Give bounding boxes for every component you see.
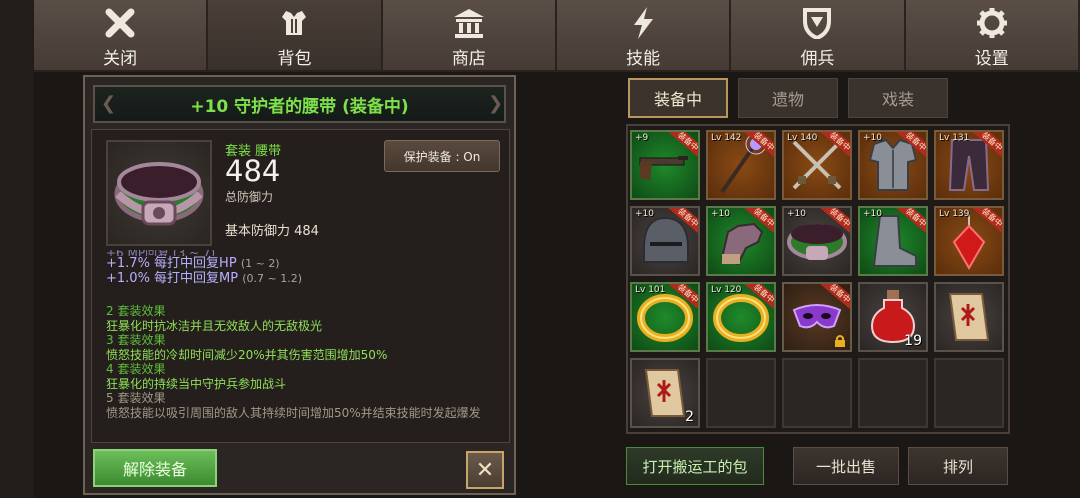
unequip-button[interactable]: 解除装备 <box>93 449 217 487</box>
stat-hp: +1.7% 每打中回复HP <box>106 256 237 271</box>
menu-label: 设置 <box>974 49 1009 69</box>
inventory-slot[interactable]: 装备中 <box>782 282 852 352</box>
item-count: 19 <box>904 333 922 349</box>
item-level: +10 <box>863 133 882 143</box>
set-effect-text: 狂暴化的持续当中守护兵参加战斗 <box>106 376 287 391</box>
total-defense-value: 484 <box>225 154 281 188</box>
item-level: +10 <box>711 209 730 219</box>
set-effect-text: 狂暴化时抗冰洁并且无效敌人的无敌极光 <box>106 318 323 333</box>
inventory-slot[interactable]: Lv 142 装备中 <box>706 130 776 200</box>
item-level: Lv 131 <box>939 133 970 143</box>
inventory-slot[interactable]: +10 装备中 <box>706 206 776 276</box>
set-effect-heading: 2 套装效果 <box>106 304 166 318</box>
tab-relics[interactable]: 遗物 <box>738 78 838 118</box>
menu-bag-button[interactable]: 背包 <box>208 0 383 72</box>
inventory-slot[interactable]: Lv 139 装备中 <box>934 206 1004 276</box>
shop-icon <box>452 6 486 40</box>
close-icon: ✕ <box>475 457 495 483</box>
item-detail-body[interactable]: 套装 腰带 484 总防御力 基本防御力 484 保护装备 : On +6 MP… <box>91 129 510 443</box>
lock-icon <box>833 334 847 348</box>
item-level: +10 <box>787 209 806 219</box>
item-level: Lv 101 <box>635 285 666 295</box>
inventory-tabs: 装备中 遗物 戏装 <box>628 78 948 118</box>
menu-label: 技能 <box>626 49 661 69</box>
sort-button[interactable]: 排列 <box>908 447 1008 485</box>
menu-label: 商店 <box>451 49 486 69</box>
stat-mp-range: (0.7 ~ 1.2) <box>242 272 303 285</box>
stat-line: +1.7% 每打中回复HP (1 ~ 2) <box>106 256 501 271</box>
item-title: +10 守护者的腰带 (装备中) <box>190 96 409 117</box>
item-level: +10 <box>863 209 882 219</box>
belt-item-image <box>106 140 212 246</box>
inventory-slot-empty[interactable] <box>934 358 1004 428</box>
bulk-sell-button[interactable]: 一批出售 <box>793 447 899 485</box>
shield-icon <box>800 6 834 40</box>
total-defense-label: 总防御力 <box>225 190 274 204</box>
menu-mercenary-button[interactable]: 佣兵 <box>731 0 906 72</box>
menu-label: 背包 <box>277 49 312 69</box>
item-count: 2 <box>685 409 694 425</box>
left-strip <box>0 0 34 498</box>
inventory-slot[interactable]: 19 <box>858 282 928 352</box>
armor-icon <box>277 6 311 40</box>
set-effect-heading: 3 套装效果 <box>106 333 166 347</box>
item-level: +9 <box>635 133 649 143</box>
inventory-slot[interactable]: +10 装备中 <box>858 130 928 200</box>
item-level: Lv 142 <box>711 133 742 143</box>
set-effect-heading: 4 套装效果 <box>106 362 166 376</box>
stat-hp-range: (1 ~ 2) <box>240 257 280 270</box>
base-defense: 基本防御力 484 <box>225 224 319 239</box>
lightning-icon <box>626 6 660 40</box>
item-detail-panel: ❮ +10 守护者的腰带 (装备中) ❯ 套装 腰带 484 总防御力 基本防御… <box>83 75 516 495</box>
item-level: +10 <box>635 209 654 219</box>
item-level: Lv 140 <box>787 133 818 143</box>
inventory-grid: +9 装备中 Lv 142 装备中 Lv 140 装备中 +10 装备中 Lv 131 装备中 +1… <box>630 130 1004 428</box>
stat-line: +1.0% 每打中回复MP (0.7 ~ 1.2) <box>106 271 501 286</box>
close-icon <box>103 6 137 40</box>
inventory-slot[interactable]: Lv 120 装备中 <box>706 282 776 352</box>
top-menu: 关闭 背包 商店 技能 佣兵 设置 <box>34 0 1080 72</box>
protect-equipment-button[interactable]: 保护装备 : On <box>384 140 500 172</box>
item-title-bar: ❮ +10 守护者的腰带 (装备中) ❯ <box>93 85 506 123</box>
menu-skill-button[interactable]: 技能 <box>556 0 732 72</box>
item-level: Lv 120 <box>711 285 742 295</box>
inventory-slot[interactable]: +10 装备中 <box>782 206 852 276</box>
stat-mp: +1.0% 每打中回复MP <box>106 271 239 286</box>
set-effects-list: 2 套装效果 狂暴化时抗冰洁并且无效敌人的无敌极光 3 套装效果 愤怒技能的冷却… <box>106 304 501 420</box>
set-effect-heading: 5 套装效果 <box>106 391 166 405</box>
inventory-slot-empty[interactable] <box>782 358 852 428</box>
gear-icon <box>975 6 1009 40</box>
title-ornament-icon: ❮ <box>101 93 117 114</box>
item-stats: +6 MP回复 (3 ~ 7) +1.7% 每打中回复HP (1 ~ 2) +1… <box>106 250 501 286</box>
tab-equipped[interactable]: 装备中 <box>628 78 728 118</box>
menu-close-button[interactable]: 关闭 <box>34 0 209 72</box>
menu-label: 关闭 <box>103 49 138 69</box>
inventory-slot[interactable] <box>934 282 1004 352</box>
menu-label: 佣兵 <box>800 49 835 69</box>
close-detail-button[interactable]: ✕ <box>466 451 504 489</box>
inventory-slot[interactable]: Lv 101 装备中 <box>630 282 700 352</box>
inventory-slot[interactable]: 2 <box>630 358 700 428</box>
menu-shop-button[interactable]: 商店 <box>382 0 557 72</box>
menu-settings-button[interactable]: 设置 <box>905 0 1080 72</box>
open-porter-bag-button[interactable]: 打开搬运工的包 <box>626 447 764 485</box>
title-ornament-icon: ❯ <box>488 93 504 114</box>
inventory-slot[interactable]: +10 装备中 <box>630 206 700 276</box>
inventory-slot-empty[interactable] <box>858 358 928 428</box>
tab-costume[interactable]: 戏装 <box>848 78 948 118</box>
inventory-slot[interactable]: +10 装备中 <box>858 206 928 276</box>
set-effect-text: 愤怒技能以吸引周围的敌人其持续时间增加50%并结束技能时发起爆发 <box>106 405 481 420</box>
set-effect-text: 愤怒技能的冷却时间减少20%并其伤害范围增加50% <box>106 347 388 362</box>
inventory-slot[interactable]: Lv 140 装备中 <box>782 130 852 200</box>
inventory-slot[interactable]: Lv 131 装备中 <box>934 130 1004 200</box>
item-level: Lv 139 <box>939 209 970 219</box>
inventory-slot[interactable]: +9 装备中 <box>630 130 700 200</box>
stat-line-cut: +6 MP回复 (3 ~ 7) <box>106 250 501 256</box>
inventory-slot-empty[interactable] <box>706 358 776 428</box>
